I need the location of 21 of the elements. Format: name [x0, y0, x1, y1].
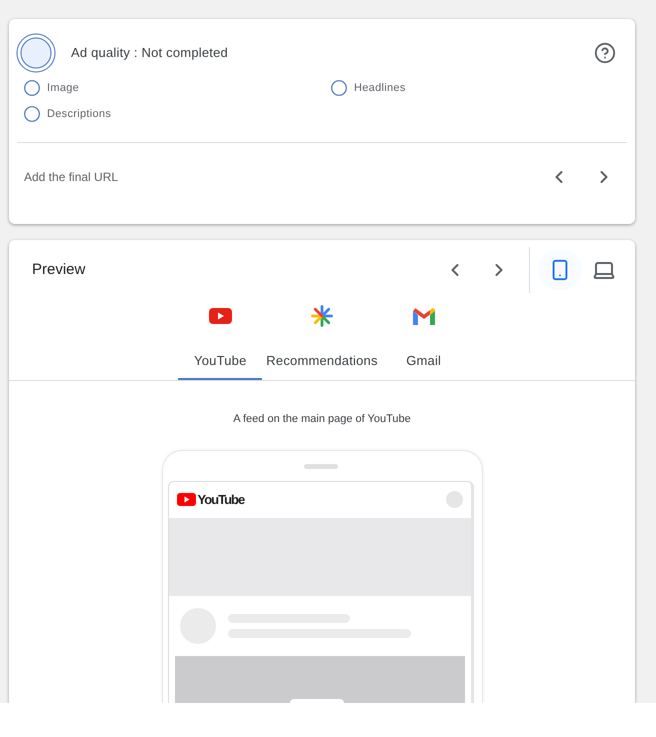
help-icon	[594, 42, 616, 64]
help-button[interactable]	[593, 41, 617, 65]
avatar-placeholder	[446, 491, 462, 508]
preview-title: Preview	[32, 260, 86, 280]
mail-m-icon	[412, 308, 435, 324]
speaker-slot	[304, 464, 338, 468]
logo-text: YouTube	[198, 490, 244, 509]
play-logo-icon	[176, 493, 196, 506]
placement-tab[interactable]: YouTube	[178, 300, 262, 380]
play-logo-icon	[208, 308, 232, 324]
mobile-view-button[interactable]	[538, 250, 582, 290]
checklist-label: Image	[47, 80, 80, 96]
checklist-label: Descriptions	[47, 106, 112, 122]
checklist-label: Headlines	[354, 80, 406, 96]
asterisk-icon	[310, 305, 333, 327]
placement-caption: A feed on the main page of YouTube	[233, 412, 411, 427]
button-placeholder	[290, 699, 344, 703]
final-url-prompt: Add the final URL	[24, 169, 118, 186]
ad-quality-title: Ad quality : Not completed	[71, 44, 228, 62]
placement-tab[interactable]: Recommendations	[262, 300, 382, 380]
placement-tab[interactable]: Gmail	[382, 300, 466, 380]
